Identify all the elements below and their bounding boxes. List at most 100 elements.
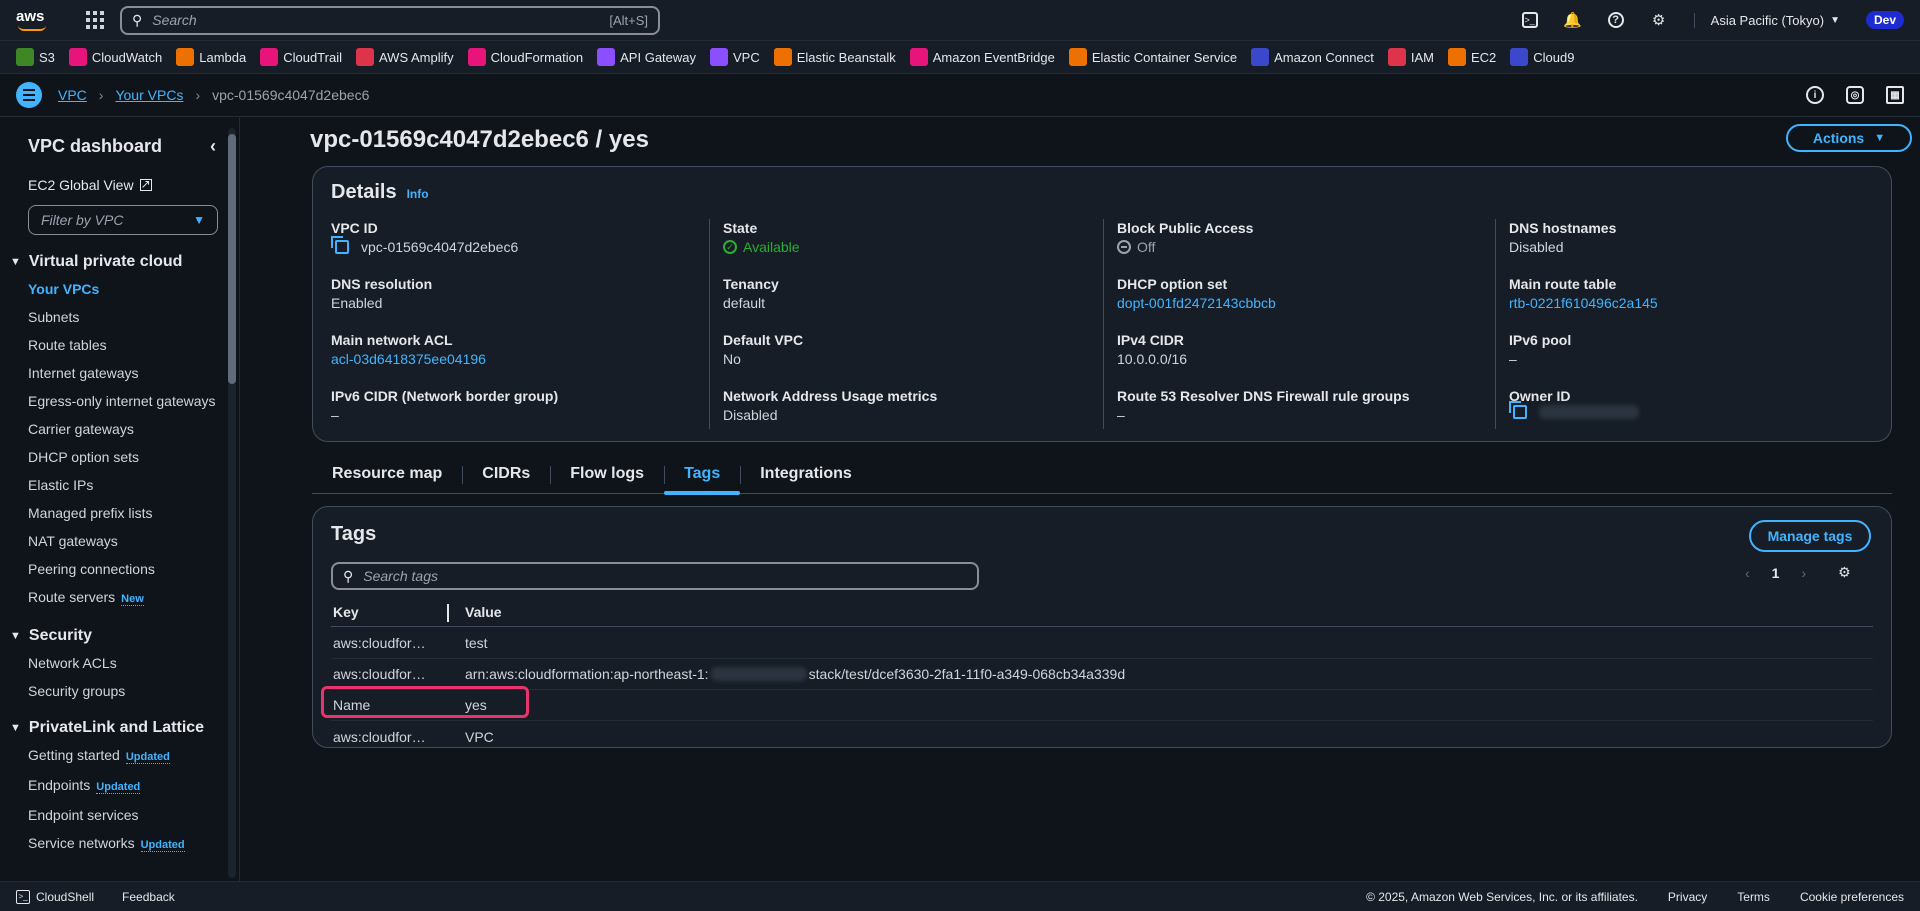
- split-panel-icon[interactable]: ▦: [1886, 86, 1904, 104]
- favorite-amazon-eventbridge[interactable]: Amazon EventBridge: [909, 48, 1055, 66]
- info-link[interactable]: Info: [407, 187, 429, 201]
- tab-resource-map[interactable]: Resource map: [312, 454, 462, 494]
- privacy-link[interactable]: Privacy: [1668, 890, 1707, 904]
- copy-icon[interactable]: [1509, 401, 1527, 419]
- region-selector[interactable]: Asia Pacific (Tokyo) ▼: [1693, 12, 1840, 28]
- sidebar-title-text[interactable]: VPC dashboard: [28, 136, 162, 157]
- service-icon: [597, 48, 616, 66]
- status-badge: Updated: [96, 781, 141, 794]
- bell-icon[interactable]: 🔔: [1563, 11, 1582, 29]
- tab-flow-logs[interactable]: Flow logs: [550, 454, 664, 494]
- field-label: Tenancy: [723, 276, 779, 292]
- copy-icon[interactable]: [331, 236, 349, 254]
- tab-integrations[interactable]: Integrations: [740, 454, 872, 494]
- ec2-global-view-link[interactable]: EC2 Global View ↗: [28, 177, 220, 193]
- sidebar-item-getting-started[interactable]: Getting started Updated: [28, 745, 220, 767]
- favorite-iam[interactable]: IAM: [1387, 48, 1434, 66]
- next-page-icon[interactable]: ›: [1801, 565, 1806, 581]
- previous-page-icon[interactable]: ‹: [1745, 565, 1750, 581]
- favorite-elastic-container-service[interactable]: Elastic Container Service: [1068, 48, 1237, 66]
- main-network-acl-link[interactable]: acl-03d6418375ee04196: [331, 349, 486, 369]
- account-menu[interactable]: Dev: [1865, 11, 1904, 29]
- field-label: DHCP option set: [1117, 276, 1228, 292]
- sidebar-item-label: Service networks: [28, 835, 135, 851]
- sidebar-item-route-tables[interactable]: Route tables: [28, 335, 220, 355]
- global-search-input[interactable]: ⚲ Search [Alt+S]: [120, 5, 660, 35]
- sidebar-item-network-acls[interactable]: Network ACLs: [28, 653, 220, 673]
- sidebar-item-label: Managed prefix lists: [28, 505, 153, 521]
- sidebar-item-elastic-ips[interactable]: Elastic IPs: [28, 475, 220, 495]
- gear-icon[interactable]: ⚙: [1650, 11, 1668, 29]
- tab-cidrs[interactable]: CIDRs: [462, 454, 550, 494]
- main-route-table-link[interactable]: rtb-0221f610496c2a145: [1509, 293, 1658, 313]
- sidebar-item-internet-gateways[interactable]: Internet gateways: [28, 363, 220, 383]
- tab-tags[interactable]: Tags: [664, 454, 741, 495]
- actions-button[interactable]: Actions ▼: [1786, 124, 1912, 152]
- cookie-preferences-link[interactable]: Cookie preferences: [1800, 890, 1904, 904]
- section-privatelink[interactable]: ▼ PrivateLink and Lattice: [10, 719, 220, 737]
- favorite-lambda[interactable]: Lambda: [176, 48, 246, 66]
- favorite-amazon-connect[interactable]: Amazon Connect: [1251, 48, 1374, 66]
- scrollbar-thumb[interactable]: [228, 134, 236, 384]
- sidebar-item-nat-gateways[interactable]: NAT gateways: [28, 531, 220, 551]
- favorite-s3[interactable]: S3: [16, 48, 55, 66]
- favorite-api-gateway[interactable]: API Gateway: [597, 48, 696, 66]
- sidebar-item-your-vpcs[interactable]: Your VPCs: [28, 279, 220, 299]
- column-header-value[interactable]: Value: [449, 604, 502, 620]
- aws-logo[interactable]: aws: [16, 8, 50, 32]
- cloudshell-icon[interactable]: >_: [1521, 12, 1538, 28]
- search-icon: ⚲: [343, 567, 354, 584]
- favorite-cloudtrail[interactable]: CloudTrail: [260, 48, 342, 66]
- notifications-panel-icon[interactable]: ◎: [1846, 86, 1864, 104]
- favorite-cloudwatch[interactable]: CloudWatch: [68, 48, 162, 66]
- services-grid-icon[interactable]: [86, 11, 104, 29]
- breadcrumb-your-vpcs[interactable]: Your VPCs: [115, 87, 183, 103]
- section-virtual-private-cloud[interactable]: ▼ Virtual private cloud: [10, 253, 220, 271]
- sidebar-item-security-groups[interactable]: Security groups: [28, 681, 220, 701]
- help-icon[interactable]: ?: [1607, 12, 1624, 28]
- info-icon[interactable]: i: [1806, 86, 1824, 104]
- current-page-number[interactable]: 1: [1772, 565, 1780, 581]
- favorite-aws-amplify[interactable]: AWS Amplify: [355, 48, 454, 66]
- favorite-vpc[interactable]: VPC: [710, 48, 760, 66]
- tag-value: arn:aws:cloudformation:ap-northeast-1: s…: [465, 666, 1125, 682]
- favorite-cloud9[interactable]: Cloud9: [1510, 48, 1574, 66]
- favorite-elastic-beanstalk[interactable]: Elastic Beanstalk: [773, 48, 896, 66]
- footer: >_ CloudShell Feedback © 2025, Amazon Web…: [0, 881, 1920, 911]
- sidebar-item-endpoint-services[interactable]: Endpoint services: [28, 805, 220, 825]
- service-icon: [467, 48, 486, 66]
- success-check-icon: ✓: [723, 240, 737, 254]
- sidebar-item-peering-connections[interactable]: Peering connections: [28, 559, 220, 579]
- sidebar-item-endpoints[interactable]: Endpoints Updated: [28, 775, 220, 797]
- section-label: PrivateLink and Lattice: [28, 719, 205, 736]
- sidebar-scrollbar[interactable]: [228, 128, 236, 878]
- sidebar-item-dhcp-option-sets[interactable]: DHCP option sets: [28, 447, 220, 467]
- collapse-sidebar-icon[interactable]: ‹: [210, 136, 216, 157]
- caret-down-icon: ▼: [1874, 132, 1886, 144]
- favorite-ec2[interactable]: EC2: [1447, 48, 1496, 66]
- favorite-cloudformation[interactable]: CloudFormation: [467, 48, 583, 66]
- copyright: © 2025, Amazon Web Services, Inc. or its…: [1366, 889, 1638, 904]
- section-security[interactable]: ▼ Security: [10, 627, 220, 645]
- sidebar-item-managed-prefix-lists[interactable]: Managed prefix lists: [28, 503, 220, 523]
- terms-link[interactable]: Terms: [1737, 890, 1770, 904]
- feedback-link[interactable]: Feedback: [122, 890, 175, 904]
- chevron-right-icon: ›: [98, 87, 104, 103]
- sidebar-item-subnets[interactable]: Subnets: [28, 307, 220, 327]
- sidebar-item-carrier-gateways[interactable]: Carrier gateways: [28, 419, 220, 439]
- dhcp-option-set-link[interactable]: dopt-001fd2472143cbbcb: [1117, 293, 1276, 313]
- breadcrumb-vpc[interactable]: VPC: [58, 87, 87, 103]
- column-header-key[interactable]: Key: [331, 603, 449, 622]
- search-tags-input[interactable]: ⚲ Search tags: [331, 562, 979, 590]
- side-menu-toggle-button[interactable]: [16, 82, 42, 108]
- sidebar-item-egress-only-internet-gateways[interactable]: Egress-only internet gateways: [28, 391, 220, 411]
- service-icon: [773, 48, 792, 66]
- favorite-label: Amazon EventBridge: [932, 49, 1055, 65]
- sidebar-item-route-servers[interactable]: Route servers New: [28, 587, 220, 609]
- table-settings-gear-icon[interactable]: ⚙: [1838, 564, 1851, 581]
- cloudshell-link[interactable]: >_ CloudShell: [16, 889, 94, 904]
- sidebar-item-service-networks[interactable]: Service networks Updated: [28, 833, 220, 855]
- manage-tags-button[interactable]: Manage tags: [1749, 520, 1871, 552]
- sidebar-item-label: Carrier gateways: [28, 421, 134, 437]
- filter-by-vpc-select[interactable]: Filter by VPC ▼: [28, 205, 218, 235]
